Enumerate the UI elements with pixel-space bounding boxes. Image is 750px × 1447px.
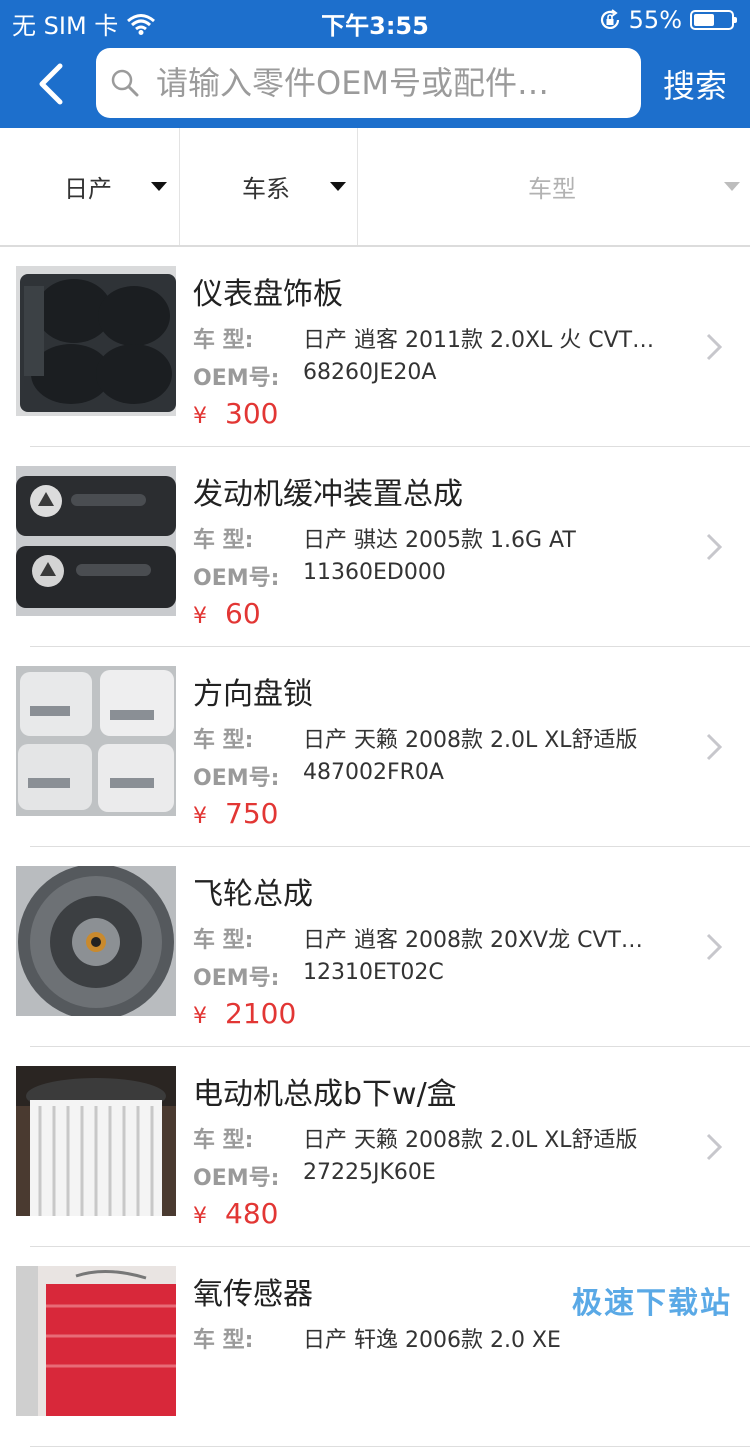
filter-series-label: 车系 — [242, 169, 290, 204]
model-label: 车 型: — [193, 1122, 303, 1154]
filter-model[interactable]: 车型 — [358, 128, 750, 245]
search-input[interactable] — [154, 63, 618, 103]
price-value: 60 — [225, 597, 261, 630]
part-thumbnail-flywheel — [16, 866, 176, 1016]
filter-model-label: 车型 — [528, 169, 576, 204]
chevron-right-icon — [706, 333, 722, 361]
oem-row: OEM号: 487002FR0A — [193, 760, 675, 792]
list-item[interactable]: 仪表盘饰板 车 型: 日产 逍客 2011款 2.0XL 火 CVT… OEM号… — [0, 247, 750, 447]
currency-symbol: ¥ — [193, 1204, 207, 1229]
list-item[interactable]: 发动机缓冲装置总成 车 型: 日产 骐达 2005款 1.6G AT OEM号:… — [0, 447, 750, 647]
currency-symbol: ¥ — [193, 804, 207, 829]
part-title: 方向盘锁 — [193, 669, 313, 713]
search-icon — [110, 68, 140, 98]
price: ¥ 300 — [193, 397, 278, 430]
price-value: 300 — [225, 397, 278, 430]
caret-down-icon — [151, 182, 167, 191]
status-bar: 无 SIM 卡 下午3:55 55% — [0, 0, 750, 40]
model-row: 车 型: 日产 轩逸 2006款 2.0 XE — [193, 1322, 675, 1354]
model-value: 日产 逍客 2011款 2.0XL 火 CVT… — [303, 322, 675, 354]
part-thumbnail-dashboard-trim — [16, 266, 176, 416]
model-row: 车 型: 日产 骐达 2005款 1.6G AT — [193, 522, 675, 554]
model-label: 车 型: — [193, 1322, 303, 1354]
oem-row: OEM号: 68260JE20A — [193, 360, 675, 392]
oem-label: OEM号: — [193, 360, 303, 392]
price-value: 2100 — [225, 997, 296, 1030]
currency-symbol: ¥ — [193, 1004, 207, 1029]
part-title: 电动机总成b下w/盒 — [193, 1069, 457, 1113]
battery-icon — [690, 10, 734, 30]
price: ¥ 60 — [193, 597, 261, 630]
model-label: 车 型: — [193, 922, 303, 954]
list-item[interactable]: 方向盘锁 车 型: 日产 天籁 2008款 2.0L XL舒适版 OEM号: 4… — [0, 647, 750, 847]
battery-level — [694, 14, 714, 26]
app-header: 无 SIM 卡 下午3:55 55% — [0, 0, 750, 128]
list-item[interactable]: 电动机总成b下w/盒 车 型: 日产 天籁 2008款 2.0L XL舒适版 O… — [0, 1047, 750, 1247]
chevron-right-icon — [706, 533, 722, 561]
model-value: 日产 天籁 2008款 2.0L XL舒适版 — [303, 1122, 675, 1154]
list-item[interactable]: 氧传感器 车 型: 日产 轩逸 2006款 2.0 XE — [0, 1247, 750, 1447]
part-thumbnail-engine-mount — [16, 466, 176, 616]
oem-row: OEM号: 11360ED000 — [193, 560, 675, 592]
currency-symbol: ¥ — [193, 604, 207, 629]
model-value: 日产 逍客 2008款 20XV龙 CVT… — [303, 922, 675, 954]
currency-symbol: ¥ — [193, 404, 207, 429]
oem-value: 487002FR0A — [303, 760, 675, 792]
part-title: 氧传感器 — [193, 1269, 313, 1313]
list-item[interactable]: 飞轮总成 车 型: 日产 逍客 2008款 20XV龙 CVT… OEM号: 1… — [0, 847, 750, 1047]
watermark-logo: 极速下载站 — [572, 1278, 732, 1322]
model-value: 日产 天籁 2008款 2.0L XL舒适版 — [303, 722, 675, 754]
price: ¥ 750 — [193, 797, 278, 830]
oem-row: OEM号: 12310ET02C — [193, 960, 675, 992]
back-button[interactable] — [22, 56, 78, 112]
model-label: 车 型: — [193, 722, 303, 754]
oem-label: OEM号: — [193, 960, 303, 992]
model-label: 车 型: — [193, 522, 303, 554]
price: ¥ 2100 — [193, 997, 296, 1030]
price-value: 750 — [225, 797, 278, 830]
filter-series[interactable]: 车系 — [180, 128, 358, 245]
filter-brand-label: 日产 — [64, 169, 112, 204]
model-value: 日产 轩逸 2006款 2.0 XE — [303, 1322, 675, 1354]
chevron-right-icon — [706, 1133, 722, 1161]
model-row: 车 型: 日产 逍客 2011款 2.0XL 火 CVT… — [193, 322, 675, 354]
part-title: 发动机缓冲装置总成 — [193, 469, 463, 513]
battery-percent: 55% — [629, 6, 682, 34]
oem-value: 12310ET02C — [303, 960, 675, 992]
model-row: 车 型: 日产 天籁 2008款 2.0L XL舒适版 — [193, 722, 675, 754]
model-value: 日产 骐达 2005款 1.6G AT — [303, 522, 675, 554]
model-row: 车 型: 日产 天籁 2008款 2.0L XL舒适版 — [193, 1122, 675, 1154]
search-button[interactable]: 搜索 — [650, 56, 740, 112]
chevron-right-icon — [706, 933, 722, 961]
model-row: 车 型: 日产 逍客 2008款 20XV龙 CVT… — [193, 922, 675, 954]
part-thumbnail-steering-lock — [16, 666, 176, 816]
oem-row: OEM号: 27225JK60E — [193, 1160, 675, 1192]
lock-rotation-icon — [599, 9, 621, 31]
caret-down-icon — [724, 182, 740, 191]
chevron-left-icon — [34, 62, 66, 106]
model-label: 车 型: — [193, 322, 303, 354]
price: ¥ 480 — [193, 1197, 278, 1230]
oem-label: OEM号: — [193, 760, 303, 792]
filter-bar: 日产 车系 车型 — [0, 128, 750, 247]
oem-label: OEM号: — [193, 1160, 303, 1192]
part-title: 飞轮总成 — [193, 869, 313, 913]
price-value: 480 — [225, 1197, 278, 1230]
oem-label: OEM号: — [193, 560, 303, 592]
part-thumbnail-oxygen-sensor — [16, 1266, 176, 1416]
oem-value: 68260JE20A — [303, 360, 675, 392]
search-box[interactable] — [96, 48, 641, 118]
filter-brand[interactable]: 日产 — [0, 128, 180, 245]
oem-value: 11360ED000 — [303, 560, 675, 592]
caret-down-icon — [330, 182, 346, 191]
part-title: 仪表盘饰板 — [193, 269, 343, 313]
part-thumbnail-blower-motor — [16, 1066, 176, 1216]
chevron-right-icon — [706, 733, 722, 761]
parts-list: 仪表盘饰板 车 型: 日产 逍客 2011款 2.0XL 火 CVT… OEM号… — [0, 247, 750, 1447]
oem-value: 27225JK60E — [303, 1160, 675, 1192]
